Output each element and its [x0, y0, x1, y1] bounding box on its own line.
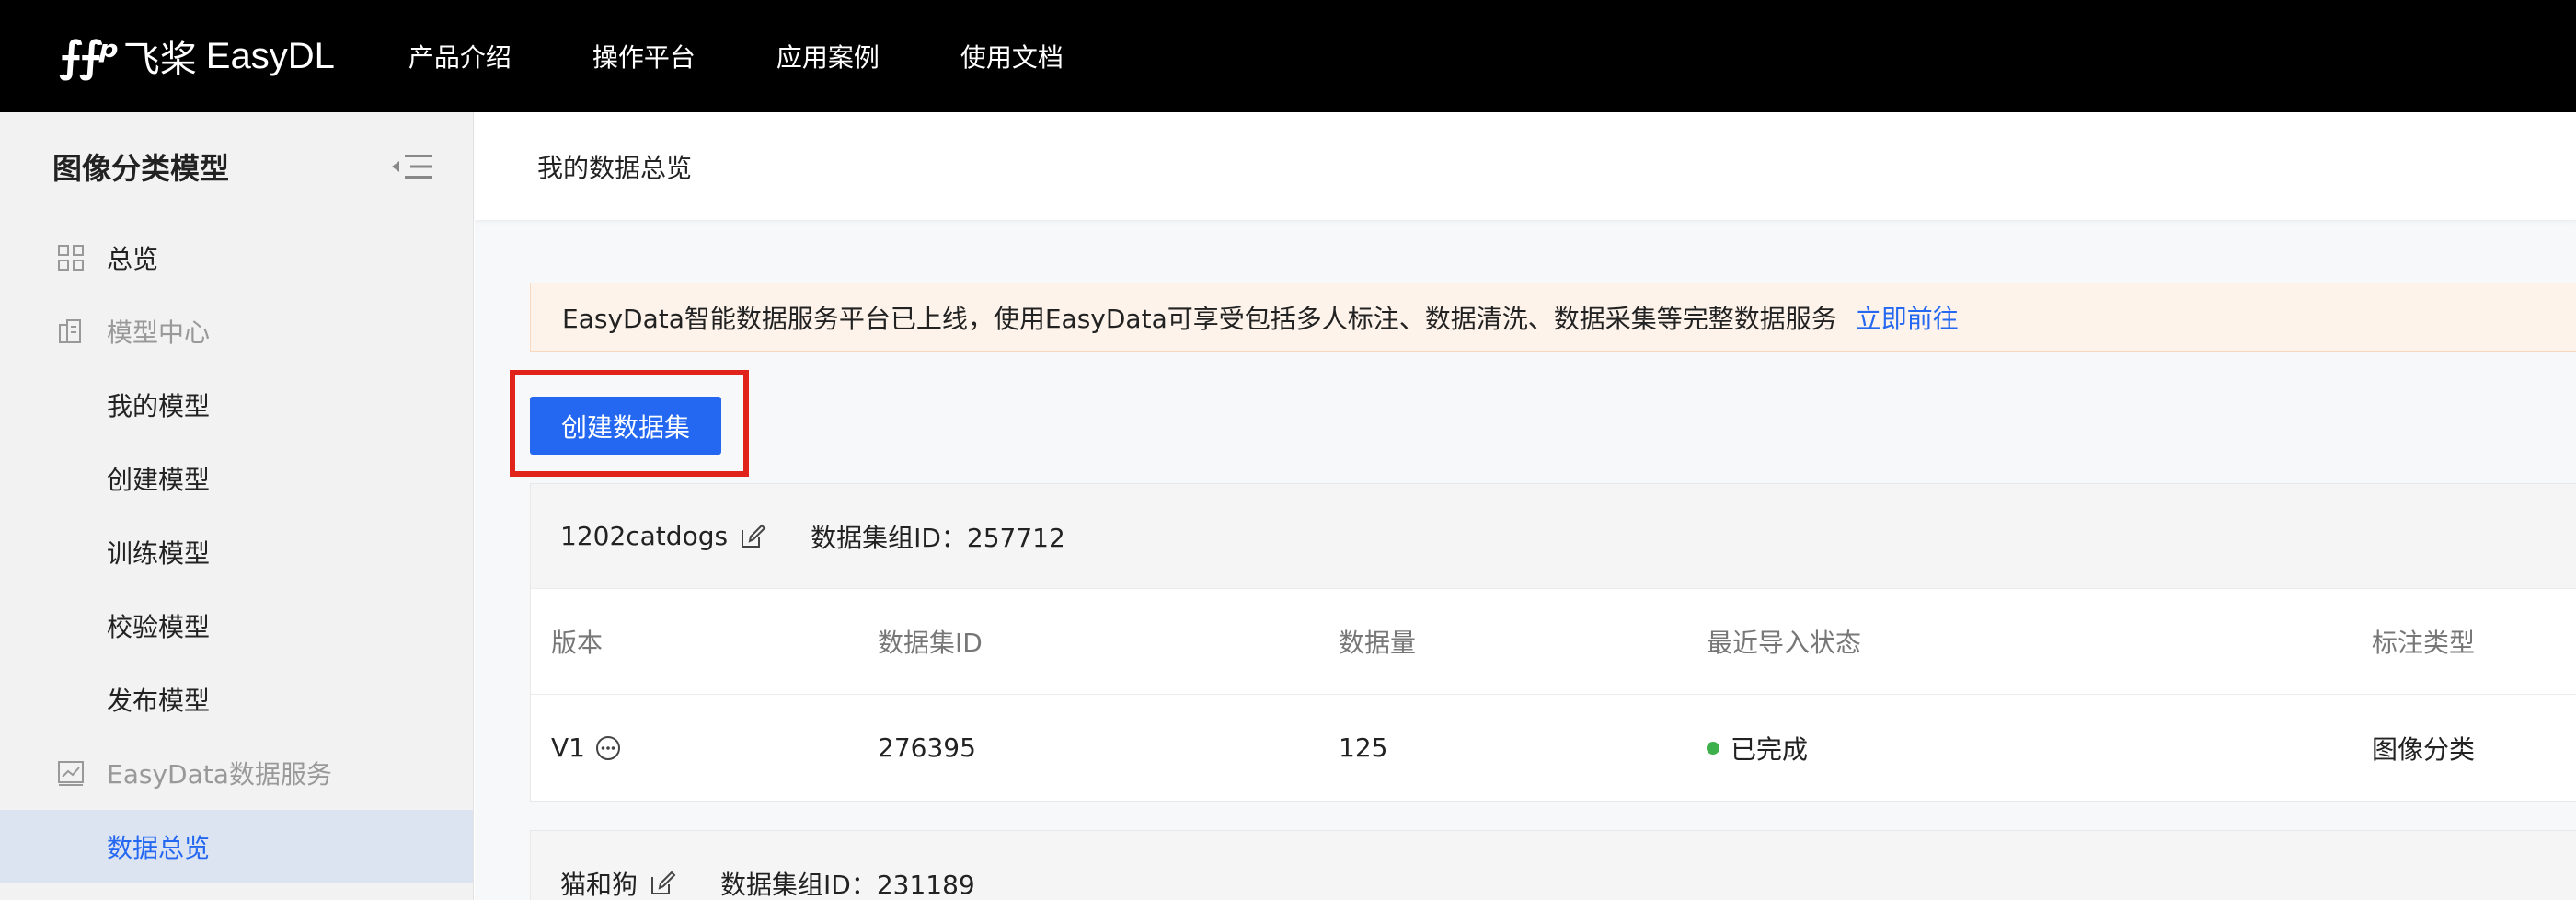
count-cell: 125: [1339, 733, 1388, 763]
edit-icon[interactable]: [649, 870, 676, 897]
sidebar-group-easydata: EasyData数据服务: [0, 736, 473, 810]
nav-item-cases[interactable]: 应用案例: [776, 38, 880, 75]
sidebar-item-create-model[interactable]: 创建模型: [0, 442, 473, 515]
nav-item-docs[interactable]: 使用文档: [960, 38, 1064, 75]
dataset-card: 猫和狗 数据集组ID：231189: [530, 830, 2576, 900]
column-header-label-type: 标注类型: [2372, 628, 2476, 658]
column-header-dataset-id: 数据集ID: [878, 628, 983, 658]
sidebar-group-label: EasyData数据服务: [107, 759, 332, 790]
building-icon: [59, 319, 81, 343]
sidebar-item-label: 创建模型: [107, 465, 211, 495]
sidebar-group-label: 模型中心: [107, 317, 211, 348]
chart-icon: [58, 761, 84, 786]
sidebar-item-train-model[interactable]: 训练模型: [0, 515, 473, 589]
dataset-group-id: 数据集组ID：231189: [720, 869, 975, 900]
dataset-card: 1202catdogs 数据集组ID：257712 版本 数据集ID 数据量 最…: [530, 483, 2576, 802]
notice-text: EasyData智能数据服务平台已上线，使用EasyData可享受包括多人标注、…: [562, 303, 1837, 334]
label-type-cell: 图像分类: [2372, 733, 2476, 765]
dataset-card-header: 1202catdogs 数据集组ID：257712: [531, 484, 2576, 589]
table-header-row: 版本 数据集ID 数据量 最近导入状态 标注类型: [531, 589, 2576, 695]
sidebar-item-label: 我的模型: [107, 391, 211, 421]
sidebar-item-label: 发布模型: [107, 686, 211, 716]
sidebar-header: 图像分类模型: [0, 112, 473, 221]
sidebar-item-label: 总览: [107, 244, 159, 274]
sidebar-item-publish-model[interactable]: 发布模型: [0, 663, 473, 736]
notice-link[interactable]: 立即前往: [1856, 299, 1959, 336]
sidebar-title: 图像分类模型: [52, 151, 230, 186]
collapse-menu-icon[interactable]: [390, 151, 436, 182]
sidebar-item-data-overview[interactable]: 数据总览: [0, 810, 473, 883]
column-header-version: 版本: [551, 628, 604, 658]
logo-mark: ⨍⨍ᵖ: [59, 31, 120, 81]
create-dataset-button[interactable]: 创建数据集: [530, 397, 721, 455]
breadcrumb-bar: 我的数据总览: [475, 112, 2576, 221]
sidebar: 图像分类模型 总览 模型中心 我的模型 创建模型 训练模型 校验模型 发布模型 …: [0, 112, 474, 900]
edit-icon[interactable]: [739, 523, 766, 550]
dataset-name: 猫和狗: [560, 869, 638, 900]
sidebar-item-label: 训练模型: [107, 538, 211, 569]
notice-banner: EasyData智能数据服务平台已上线，使用EasyData可享受包括多人标注、…: [530, 283, 2576, 352]
main-content: 我的数据总览 EasyData智能数据服务平台已上线，使用EasyData可享受…: [475, 112, 2576, 900]
sidebar-item-label: 数据总览: [107, 833, 211, 863]
dataset-card-header: 猫和狗 数据集组ID：231189: [531, 831, 2576, 900]
nav-item-platform[interactable]: 操作平台: [592, 38, 696, 75]
column-header-count: 数据量: [1339, 628, 1417, 658]
dataset-id-cell: 276395: [878, 733, 976, 763]
nav-menu: 产品介绍 操作平台 应用案例 使用文档: [408, 38, 1144, 75]
page-title: 我的数据总览: [537, 152, 693, 183]
dataset-name: 1202catdogs: [560, 521, 729, 551]
status-dot: [1707, 741, 1719, 755]
sidebar-item-validate-model[interactable]: 校验模型: [0, 589, 473, 663]
sidebar-item-my-models[interactable]: 我的模型: [0, 368, 473, 442]
table-row: V1 276395 125 已完成 图像分类: [531, 695, 2576, 801]
sidebar-group-model-center: 模型中心: [0, 294, 473, 368]
status-text: 已完成: [1731, 733, 1809, 765]
logo[interactable]: ⨍⨍ᵖ 飞桨 EasyDL: [59, 29, 335, 83]
sidebar-item-overview[interactable]: 总览: [0, 221, 473, 294]
dataset-group-id: 数据集组ID：257712: [811, 522, 1065, 553]
top-nav: ⨍⨍ᵖ 飞桨 EasyDL 产品介绍 操作平台 应用案例 使用文档: [0, 0, 2576, 112]
version-text: V1: [551, 733, 585, 763]
version-cell: V1: [551, 733, 622, 763]
grid-icon: [58, 245, 84, 271]
status-cell: 已完成: [1707, 730, 1808, 767]
column-header-import-status: 最近导入状态: [1707, 628, 1862, 658]
more-options-icon[interactable]: [594, 734, 622, 762]
nav-item-product-intro[interactable]: 产品介绍: [408, 38, 512, 75]
logo-cn-text: 飞桨: [122, 39, 197, 81]
logo-en-text: EasyDL: [205, 35, 335, 76]
sidebar-item-label: 校验模型: [107, 612, 211, 642]
